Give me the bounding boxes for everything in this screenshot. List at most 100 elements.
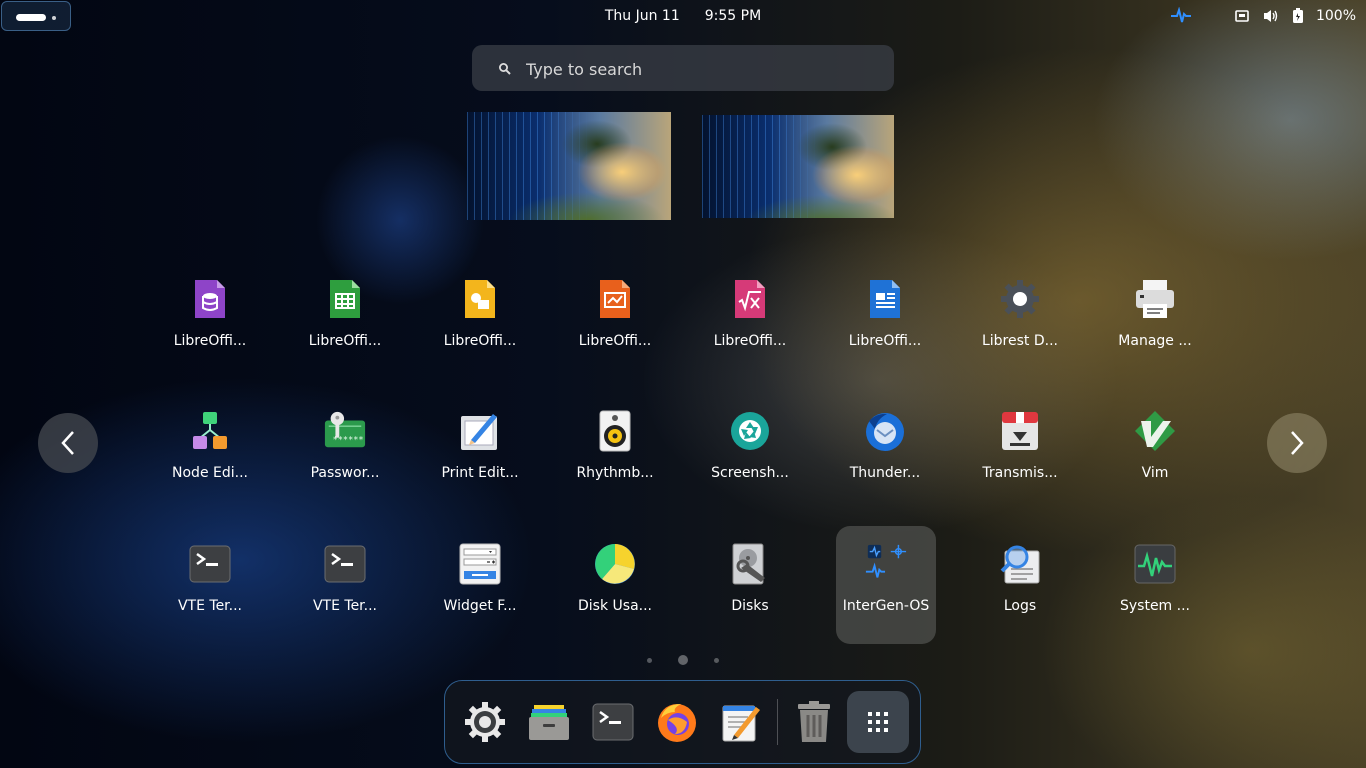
page-dot-3[interactable]	[714, 658, 719, 663]
app-label: Screensh...	[711, 465, 789, 481]
dash	[444, 680, 921, 764]
page-dot-2-current[interactable]	[678, 655, 688, 665]
printer-icon	[1133, 277, 1177, 321]
app-label: Print Edit...	[441, 465, 519, 481]
app-system-monitor[interactable]: System ...	[1105, 526, 1205, 644]
app-label: VTE Ter...	[312, 598, 378, 614]
app-libreoffice-draw[interactable]: LibreOffi...	[430, 261, 530, 379]
app-intergen-os[interactable]: InterGen-OS	[836, 526, 936, 644]
app-libreoffice-math[interactable]: LibreOffi...	[700, 261, 800, 379]
app-librest-d[interactable]: Librest D...	[970, 261, 1070, 379]
dash-settings[interactable]	[454, 691, 516, 753]
app-transmission[interactable]: Transmis...	[970, 393, 1070, 511]
activities-button[interactable]	[1, 1, 71, 31]
terminal-icon	[323, 542, 367, 586]
app-label: Logs	[1003, 598, 1037, 614]
logs-icon	[998, 542, 1042, 586]
top-bar: Thu Jun 11 9:55 PM 100%	[0, 0, 1366, 32]
app-disk-usage[interactable]: Disk Usa...	[565, 526, 665, 644]
app-screenshot[interactable]: Screensh...	[700, 393, 800, 511]
app-label: LibreOffi...	[308, 333, 382, 349]
app-widget-factory[interactable]: Widget F...	[430, 526, 530, 644]
time-label[interactable]: 9:55 PM	[705, 8, 761, 24]
app-label: InterGen-OS	[842, 598, 930, 614]
app-label: LibreOffi...	[578, 333, 652, 349]
intergen-pulse-icon[interactable]	[1170, 7, 1192, 25]
app-label: LibreOffi...	[173, 333, 247, 349]
app-label: LibreOffi...	[848, 333, 922, 349]
app-grid: LibreOffi... LibreOffi... LibreOffi... L…	[0, 0, 1366, 768]
app-vte-terminal-1[interactable]: VTE Ter...	[160, 526, 260, 644]
app-label: Vim	[1141, 465, 1169, 481]
password-key-icon: ******	[323, 409, 367, 453]
node-editor-icon	[188, 409, 232, 453]
app-label: LibreOffi...	[443, 333, 517, 349]
app-label: VTE Ter...	[177, 598, 243, 614]
workspace-indicator-dot	[52, 16, 56, 20]
page-dot-1[interactable]	[647, 658, 652, 663]
dash-firefox[interactable]	[646, 691, 708, 753]
battery-percent[interactable]: 100%	[1316, 8, 1356, 24]
app-vim[interactable]: Vim	[1105, 393, 1205, 511]
show-apps-button[interactable]	[847, 691, 909, 753]
gear-icon	[998, 277, 1042, 321]
network-icon[interactable]	[1234, 8, 1250, 24]
app-libreoffice-base[interactable]: LibreOffi...	[160, 261, 260, 379]
system-tray[interactable]: 100%	[1170, 0, 1356, 32]
date-label[interactable]: Thu Jun 11	[605, 8, 680, 24]
app-label: Disk Usa...	[578, 598, 652, 614]
firefox-icon	[658, 704, 696, 742]
app-label: Passwor...	[310, 465, 380, 481]
search-icon	[498, 61, 512, 80]
app-libreoffice-writer[interactable]: LibreOffi...	[835, 261, 935, 379]
app-label: Widget F...	[443, 598, 517, 614]
libreoffice-calc-icon	[323, 277, 367, 321]
workspace-indicator-active	[16, 14, 46, 21]
dash-terminal[interactable]	[582, 691, 644, 753]
battery-icon[interactable]	[1292, 8, 1304, 24]
app-disks[interactable]: Disks	[700, 526, 800, 644]
app-label: Rhythmb...	[576, 465, 654, 481]
app-thunderbird[interactable]: Thunder...	[835, 393, 935, 511]
volume-icon[interactable]	[1262, 8, 1280, 24]
files-icon	[529, 705, 569, 740]
app-manage-printing[interactable]: Manage ...	[1105, 261, 1205, 379]
app-label: Node Edi...	[172, 465, 248, 481]
app-passwords[interactable]: ****** Passwor...	[295, 393, 395, 511]
settings-icon	[465, 702, 505, 742]
dash-trash[interactable]	[783, 691, 845, 753]
vim-icon	[1133, 409, 1177, 453]
app-label: Thunder...	[849, 465, 921, 481]
app-rhythmbox[interactable]: Rhythmb...	[565, 393, 665, 511]
dash-files[interactable]	[518, 691, 580, 753]
search-box[interactable]	[472, 45, 894, 93]
app-libreoffice-calc[interactable]: LibreOffi...	[295, 261, 395, 379]
app-node-editor[interactable]: Node Edi...	[160, 393, 260, 511]
libreoffice-writer-icon	[863, 277, 907, 321]
camera-shutter-icon	[728, 409, 772, 453]
dash-separator	[777, 699, 778, 745]
app-vte-terminal-2[interactable]: VTE Ter...	[295, 526, 395, 644]
app-print-editor[interactable]: Print Edit...	[430, 393, 530, 511]
workspace-thumbnail-1[interactable]	[467, 112, 671, 220]
widget-factory-icon	[458, 542, 502, 586]
search-input[interactable]	[524, 45, 878, 93]
libreoffice-math-icon	[728, 277, 772, 321]
show-apps-icon	[868, 712, 888, 732]
app-label: Manage ...	[1118, 333, 1192, 349]
system-monitor-icon	[1133, 542, 1177, 586]
app-logs[interactable]: Logs	[970, 526, 1070, 644]
clock: Thu Jun 11 9:55 PM	[0, 0, 1366, 32]
text-editor-icon	[722, 705, 760, 742]
app-label: Librest D...	[981, 333, 1058, 349]
app-label: LibreOffi...	[713, 333, 787, 349]
print-editor-icon	[458, 409, 502, 453]
rhythmbox-speaker-icon	[593, 409, 637, 453]
next-page-button[interactable]	[1267, 413, 1327, 473]
thunderbird-icon	[863, 409, 907, 453]
previous-page-button[interactable]	[38, 413, 98, 473]
app-libreoffice-impress[interactable]: LibreOffi...	[565, 261, 665, 379]
dash-text-editor[interactable]	[710, 691, 772, 753]
workspace-thumbnail-2[interactable]	[702, 115, 894, 218]
libreoffice-base-icon	[188, 277, 232, 321]
